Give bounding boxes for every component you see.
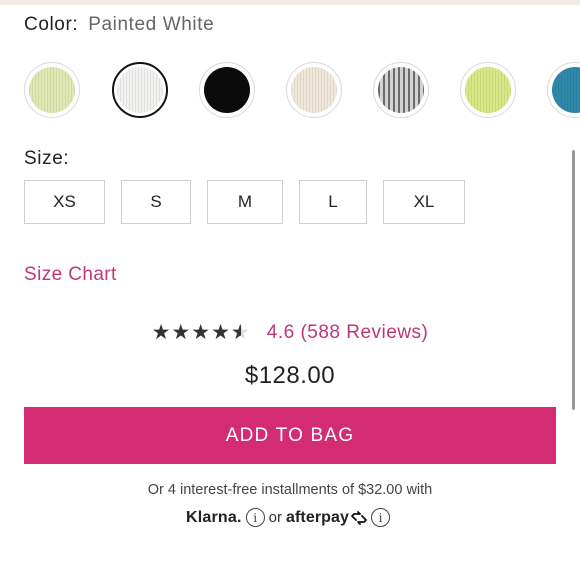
add-to-bag-button[interactable]: ADD TO BAG [24, 407, 556, 464]
size-label: Size: [24, 148, 70, 169]
swatch-fill [117, 67, 163, 113]
payment-options: Klarna. i or afterpay i [0, 508, 580, 527]
star-rating-icon: ★★★★★ [152, 320, 251, 345]
afterpay-logo-text: afterpay [285, 508, 350, 526]
color-heading: Color: Painted White [24, 14, 214, 36]
size-button-m[interactable]: M [207, 180, 283, 224]
size-button-xs[interactable]: XS [24, 180, 105, 224]
reviews-link[interactable]: 4.6 (588 Reviews) [267, 322, 429, 344]
afterpay-info-icon[interactable]: i [371, 508, 391, 527]
size-chart-link[interactable]: Size Chart [24, 264, 117, 286]
swatch-light-lime[interactable] [24, 62, 80, 118]
klarna-info-icon[interactable]: i [245, 508, 265, 527]
selected-color-name: Painted White [88, 14, 215, 35]
rating-row: ★★★★★ 4.6 (588 Reviews) [0, 320, 580, 345]
swatch-fill [291, 67, 337, 113]
color-label: Color: [24, 14, 79, 35]
swatch-cream[interactable] [286, 62, 342, 118]
swatch-black[interactable] [199, 62, 255, 118]
swatch-painted-white[interactable] [112, 62, 168, 118]
size-button-l[interactable]: L [299, 180, 367, 224]
swatch-grey-stripe[interactable] [373, 62, 429, 118]
or-text: or [268, 509, 282, 526]
half-star-icon: ★ [231, 320, 251, 345]
swatch-fill [465, 67, 511, 113]
swatch-teal[interactable] [547, 62, 580, 118]
klarna-logo: Klarna. [185, 508, 242, 526]
afterpay-arrows-icon [351, 510, 367, 525]
color-swatches [24, 62, 580, 122]
installments-text: Or 4 interest-free installments of $32.0… [147, 482, 433, 498]
size-button-xl[interactable]: XL [383, 180, 465, 224]
swatch-fill [204, 67, 250, 113]
size-button-s[interactable]: S [121, 180, 191, 224]
swatch-lime[interactable] [460, 62, 516, 118]
top-strip [0, 0, 580, 5]
swatch-fill [29, 67, 75, 113]
price: $128.00 [244, 362, 336, 389]
swatch-fill [552, 67, 580, 113]
swatch-fill [378, 67, 424, 113]
